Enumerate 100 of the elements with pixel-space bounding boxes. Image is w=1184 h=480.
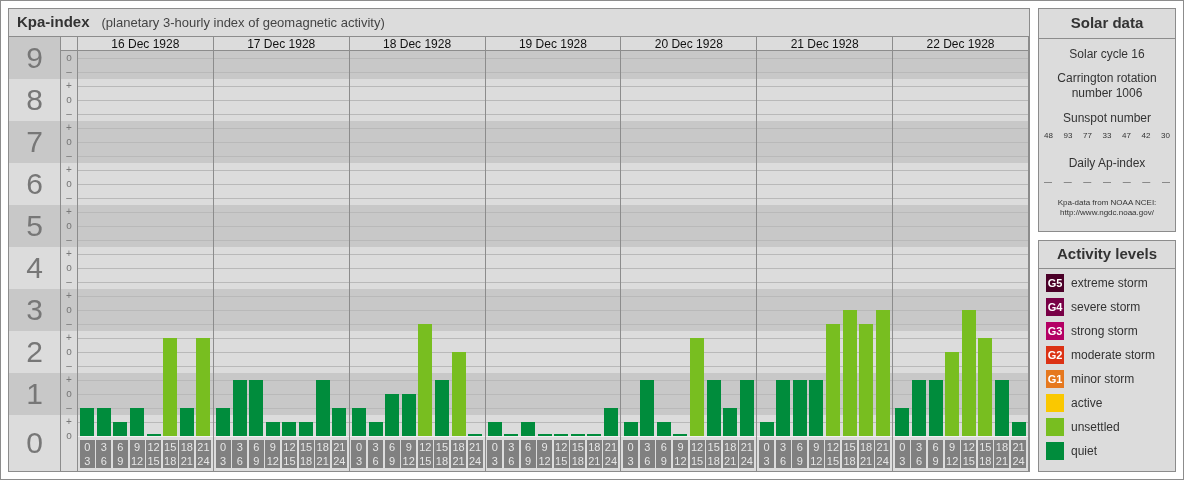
date-label: 17 Dec 1928 (247, 37, 316, 50)
minor-tick-label: o (66, 389, 72, 399)
minor-tick-label: o (66, 305, 72, 315)
time-slot-label: 0 3 (487, 440, 503, 468)
legend-label: minor storm (1071, 371, 1135, 388)
time-slot-label: 18 21 (994, 440, 1010, 468)
kp-bar (385, 394, 400, 436)
time-slot-label: 3 6 (911, 440, 927, 468)
kp-bar (130, 407, 144, 436)
time-slot-label: 21 24 (195, 440, 211, 468)
minor-tick-label: + (66, 81, 72, 91)
minor-tick-label: + (66, 375, 72, 385)
ap-value: — (1122, 176, 1131, 188)
time-slot-label: 6 9 (928, 440, 944, 468)
legend-label: quiet (1071, 443, 1098, 460)
time-slot-label: 15 18 (842, 440, 857, 468)
sunspot-value: 42 (1141, 130, 1151, 142)
kp-bar (776, 380, 791, 436)
time-slot-label: 0 3 (215, 440, 231, 468)
panel-title: Kpa-index (17, 12, 90, 33)
minor-tick-label: – (66, 403, 72, 413)
ap-heading: Daily Ap-index (1068, 155, 1146, 172)
kp-axis-label: 4 (26, 253, 43, 283)
minor-tick-label: + (66, 417, 72, 427)
kp-bar (332, 407, 347, 436)
time-slot-label: 12 15 (961, 440, 977, 468)
date-label: 16 Dec 1928 (111, 37, 180, 50)
storm-level-badge: G1 (1046, 370, 1064, 388)
minor-tick-label: – (66, 277, 72, 287)
time-slot-label: 12 15 (417, 440, 433, 468)
sunspot-value: 30 (1161, 130, 1170, 142)
time-slot-label: 3 6 (775, 440, 791, 468)
time-slot-label: 9 12 (401, 440, 417, 468)
minor-tick-label: o (66, 137, 72, 147)
time-slot-label: 18 21 (179, 440, 195, 468)
time-slot-label: 3 6 (503, 440, 519, 468)
minor-tick-label: o (66, 95, 72, 105)
time-slot-label: 15 18 (706, 440, 722, 468)
time-slot-label: 18 21 (451, 440, 466, 468)
time-slot-label: 21 24 (739, 440, 755, 468)
minor-tick-label: + (66, 207, 72, 217)
storm-level-badge: G2 (1046, 346, 1064, 364)
minor-tick-label: o (66, 221, 72, 231)
minor-tick-label: o (66, 263, 72, 273)
time-slot-label: 6 9 (520, 440, 536, 468)
minor-tick-label: + (66, 291, 72, 301)
kp-bar (282, 422, 297, 436)
kp-bar (521, 422, 535, 436)
source-note: Kpa-data from NOAA NCEI: (1057, 198, 1157, 208)
kp-axis-label: 3 (26, 295, 43, 325)
time-slot-label: 21 24 (875, 440, 891, 468)
time-slot-label: 15 18 (434, 440, 450, 468)
ap-value: — (1083, 176, 1092, 188)
storm-level-badge: G5 (1046, 274, 1064, 292)
kp-axis-label: 1 (26, 379, 43, 409)
minor-tick-label: o (66, 431, 72, 441)
minor-tick-label: – (66, 109, 72, 119)
minor-tick-label: – (66, 319, 72, 329)
time-slot-label: 12 15 (825, 440, 841, 468)
panel-subtitle: (planetary 3-hourly index of geomagnetic activity) (101, 13, 385, 32)
time-slot-label: 9 12 (944, 440, 960, 468)
storm-level-badge: G4 (1046, 298, 1064, 316)
time-slot-label: 9 12 (265, 440, 281, 468)
kp-axis-label: 0 (26, 428, 43, 458)
date-label: 18 Dec 1928 (383, 37, 452, 50)
date-label: 21 Dec 1928 (790, 37, 859, 50)
carrington-text: Carrington rotation number 1006 (1056, 71, 1158, 101)
date-label: 19 Dec 1928 (518, 37, 587, 50)
time-slot-label: 18 21 (315, 440, 331, 468)
time-slot-label: 18 21 (586, 440, 602, 468)
time-slot-label: 9 12 (672, 440, 688, 468)
solar-cycle-text: Solar cycle 16 (1069, 46, 1145, 63)
time-slot-label: 12 15 (553, 440, 569, 468)
time-slot-label: 9 12 (537, 440, 553, 468)
time-slot-label: 0 3 (623, 440, 639, 468)
legend-label: extreme storm (1071, 275, 1148, 292)
time-slot-label: 0 3 (759, 440, 775, 468)
date-label: 22 Dec 1928 (926, 37, 995, 50)
sunspot-value: 33 (1102, 130, 1112, 142)
time-slot-label: 15 18 (977, 440, 993, 468)
time-slot-label: 12 15 (689, 440, 705, 468)
time-slot-label: 15 18 (298, 440, 314, 468)
time-slot-label: 3 6 (639, 440, 655, 468)
ap-value: — (1161, 176, 1170, 188)
minor-tick-label: o (66, 347, 72, 357)
card-title: Activity levels (1056, 244, 1158, 265)
source-note: http://www.ngdc.noaa.gov/ (1060, 208, 1154, 218)
time-slot-label: 15 18 (162, 440, 178, 468)
time-slot-label: 0 3 (351, 440, 367, 468)
minor-tick-label: – (66, 193, 72, 203)
minor-tick-label: + (66, 333, 72, 343)
minor-tick-label: o (66, 179, 72, 189)
ap-value: — (1044, 176, 1052, 188)
minor-tick-label: o (66, 53, 72, 63)
storm-level-badge: G3 (1046, 322, 1064, 340)
sunspot-value: 77 (1083, 130, 1092, 142)
legend-label: unsettled (1071, 419, 1120, 436)
kp-bar (895, 407, 910, 436)
time-slot-label: 3 6 (96, 440, 112, 468)
time-slot-label: 9 12 (808, 440, 824, 468)
